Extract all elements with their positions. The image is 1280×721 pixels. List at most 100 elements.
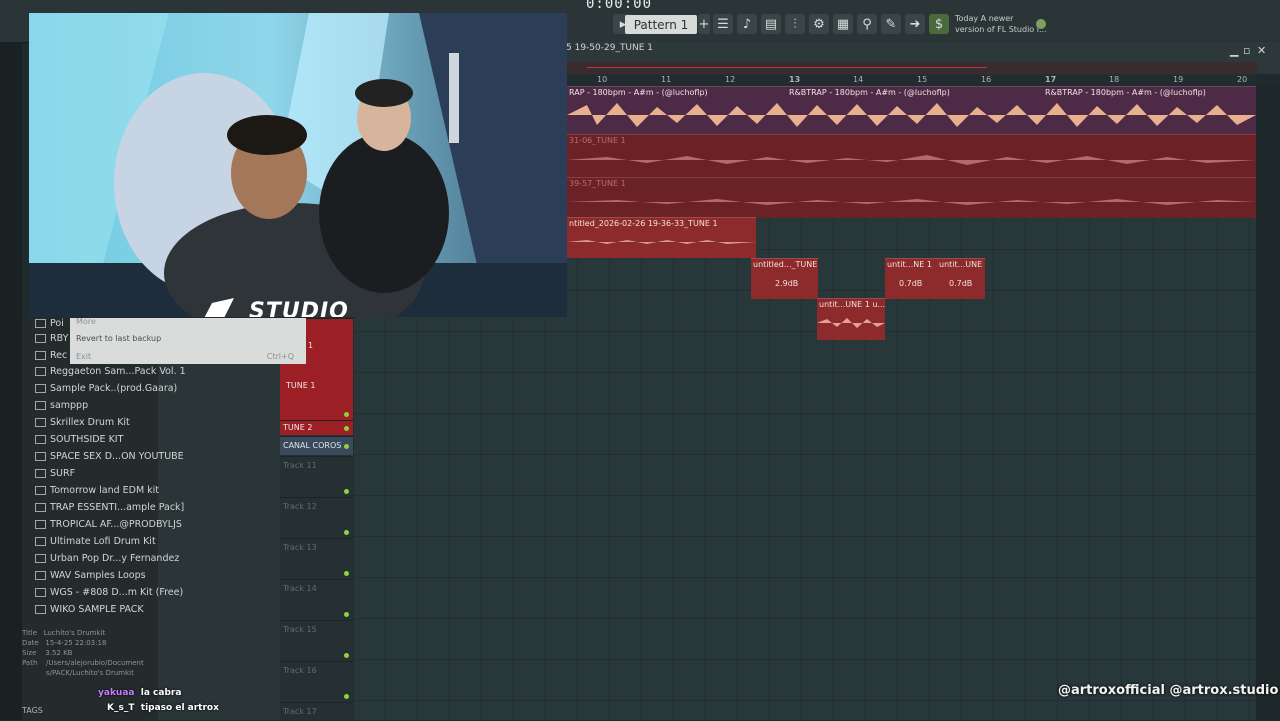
audio-clip[interactable]: 39-57_TUNE 1 — [567, 177, 1256, 218]
browser-folder[interactable]: Ultimate Lofi Drum Kit — [35, 536, 156, 547]
close-icon[interactable]: ✕ — [1257, 44, 1266, 57]
plugin-icon[interactable]: ⚙ — [809, 14, 829, 34]
shop-icon[interactable]: $ — [929, 14, 949, 34]
record-icon[interactable]: ⚲ — [857, 14, 877, 34]
audio-clip[interactable]: 31-06_TUNE 1 — [567, 134, 1256, 178]
track-active-led[interactable] — [344, 612, 349, 617]
chat-user: K_s_T — [107, 703, 135, 713]
browser-folder[interactable]: WAV Samples Loops — [35, 570, 146, 581]
chat-user: yakuaa — [98, 688, 135, 698]
folder-icon — [35, 503, 46, 512]
minimize-icon[interactable]: ▁ — [1230, 44, 1238, 57]
browser-folder[interactable]: WIKO SAMPLE PACK — [35, 604, 144, 615]
export-icon[interactable]: ➜ — [905, 14, 925, 34]
track-header[interactable]: Track 13 — [280, 538, 353, 580]
audio-clip[interactable]: RAP - 180bpm - A#m - (@luchoflp) R&BTRAP… — [567, 86, 1256, 135]
ruler-tick: 12 — [725, 75, 736, 84]
clip-label: untit...UNE 1 u... — [819, 300, 885, 309]
piano-roll-icon[interactable]: ♪ — [737, 14, 757, 34]
browser-folder[interactable]: Reggaeton Sam...Pack Vol. 1 — [35, 366, 186, 377]
browser-folder[interactable]: RBY — [35, 333, 68, 344]
track-name: Track 13 — [283, 543, 317, 552]
ruler-tick: 14 — [853, 75, 864, 84]
track-header[interactable]: Track 17 — [280, 702, 353, 721]
track-active-led[interactable] — [344, 530, 349, 535]
folder-label: samppp — [50, 400, 89, 411]
browser-icon[interactable]: ▦ — [833, 14, 853, 34]
tempo-icon[interactable]: ✎ — [881, 14, 901, 34]
audio-clip[interactable]: untit...UNE 1 0.7dB — [937, 258, 985, 299]
folder-label: Tomorrow land EDM kit — [50, 485, 160, 496]
menu-item-revert[interactable]: Revert to last backup — [76, 334, 161, 343]
webcam-overlay: STUDIO — [29, 13, 567, 317]
file-info-panel: Title Luchito's Drumkit Date 15-4-25 22:… — [22, 628, 158, 678]
chat-text: la cabra — [140, 688, 182, 698]
track-active-led[interactable] — [344, 412, 349, 417]
folder-label: Sample Pack..(prod.Gaara) — [50, 383, 178, 394]
track-active-led[interactable] — [344, 571, 349, 576]
track-header[interactable]: CANAL COROS — [280, 436, 353, 455]
track-header[interactable]: Track 16 — [280, 661, 353, 703]
audio-clip[interactable]: untitled..._TUNE 1 2.9dB — [751, 258, 818, 299]
folder-icon — [35, 319, 46, 328]
track-active-led[interactable] — [344, 426, 349, 431]
chat-text: tipaso el artrox — [140, 703, 219, 713]
add-pattern-button[interactable]: + — [698, 14, 710, 34]
chat-message: K_s_T tipaso el artrox — [107, 703, 219, 713]
browser-folder[interactable]: SPACE SEX D...ON YOUTUBE — [35, 451, 184, 462]
track-header[interactable]: Track 15 — [280, 620, 353, 662]
maximize-icon[interactable]: ▫ — [1243, 44, 1250, 57]
browser-folder[interactable]: TRAP ESSENTI...ample Pack] — [35, 502, 184, 513]
folder-label: Skrillex Drum Kit — [50, 417, 130, 428]
browser-folder[interactable]: Urban Pop Dr...y Fernandez — [35, 553, 179, 564]
track-header[interactable]: Track 11 — [280, 456, 353, 498]
track-active-led[interactable] — [344, 489, 349, 494]
browser-folder[interactable]: Poi — [35, 318, 64, 329]
track-name: Track 11 — [283, 461, 317, 470]
browser-folder[interactable]: Rec — [35, 350, 67, 361]
browser-folder[interactable]: SURF — [35, 468, 75, 479]
folder-icon — [35, 571, 46, 580]
folder-icon — [35, 351, 46, 360]
audio-clip[interactable]: untit...NE 1 0.7dB — [885, 258, 937, 299]
studio-logo: STUDIO — [249, 299, 349, 317]
folder-icon — [35, 605, 46, 614]
timeline-ruler[interactable]: 10 11 12 13 14 15 16 17 18 19 20 — [567, 74, 1257, 86]
menu-item-exit[interactable]: Exit — [76, 352, 91, 361]
menu-item-more[interactable]: More — [76, 317, 96, 326]
playlist-icon[interactable]: ☰ — [713, 14, 733, 34]
browser-folder[interactable]: TROPICAL AF...@PRODBYLJS — [35, 519, 182, 530]
news-panel[interactable]: Today A newer version of FL Studio i... — [955, 13, 1047, 35]
folder-icon — [35, 384, 46, 393]
tags-tab[interactable]: TAGS — [22, 706, 52, 720]
file-menu: More Revert to last backup Exit Ctrl+Q — [70, 317, 306, 364]
folder-icon — [35, 588, 46, 597]
track-header[interactable]: Track 12 — [280, 497, 353, 539]
track-active-led[interactable] — [344, 694, 349, 699]
browser-folder[interactable]: WGS - #808 D...m Kit (Free) — [35, 587, 183, 598]
ruler-tick: 18 — [1109, 75, 1120, 84]
pattern-selector[interactable]: Pattern 1 — [625, 15, 697, 34]
folder-label: Urban Pop Dr...y Fernandez — [50, 553, 180, 564]
clip-label: R&BTRAP - 180bpm - A#m - (@luchoflp) — [1045, 88, 1206, 97]
browser-folder[interactable]: Sample Pack..(prod.Gaara) — [35, 383, 177, 394]
audio-clip[interactable]: untit...UNE 1 u... — [817, 298, 885, 340]
track-header[interactable]: TUNE 2 — [280, 420, 353, 435]
time-marker-bar[interactable] — [567, 62, 1257, 74]
clip-label: RAP - 180bpm - A#m - (@luchoflp) — [569, 88, 708, 97]
mixer-icon[interactable]: ⫶ — [785, 14, 805, 34]
track-active-led[interactable] — [344, 444, 349, 449]
vertical-scrollbar[interactable] — [1256, 86, 1280, 720]
browser-folder[interactable]: Skrillex Drum Kit — [35, 417, 130, 428]
browser-folder[interactable]: samppp — [35, 400, 88, 411]
track-header[interactable]: Track 14 — [280, 579, 353, 621]
audio-clip[interactable]: ntitled_2026-02-26 19-36-33_TUNE 1 — [567, 217, 756, 258]
update-globe-icon[interactable] — [1036, 19, 1046, 29]
channel-rack-icon[interactable]: ▤ — [761, 14, 781, 34]
track-active-led[interactable] — [344, 653, 349, 658]
browser-folder[interactable]: Tomorrow land EDM kit — [35, 485, 159, 496]
browser-folder[interactable]: SOUTHSIDE KIT — [35, 434, 123, 445]
folder-label: Ultimate Lofi Drum Kit — [50, 536, 156, 547]
clip-label: 31-06_TUNE 1 — [569, 136, 626, 145]
waveform — [567, 103, 1256, 127]
